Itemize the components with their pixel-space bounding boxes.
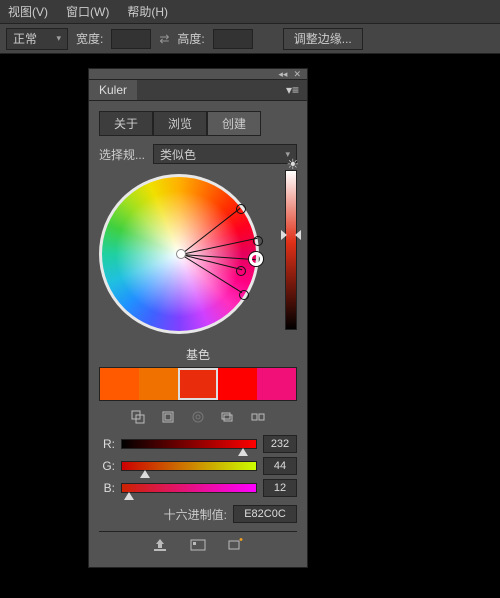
tab-browse[interactable]: 浏览 (153, 111, 207, 136)
swatch-action-row (99, 409, 297, 425)
hex-row: 十六进制值: E82C0C (99, 505, 297, 523)
upload-icon[interactable] (151, 537, 169, 553)
r-slider[interactable] (121, 439, 257, 449)
panel-body: 关于 浏览 创建 选择规... 类似色 ▾ ☀ (89, 101, 307, 567)
tab-browse-label: 浏览 (168, 117, 192, 131)
wheel-handle[interactable] (253, 236, 263, 246)
b-value[interactable]: 12 (263, 479, 297, 497)
kuler-mode-tabs: 关于 浏览 创建 (99, 111, 297, 136)
chevron-down-icon: ▾ (56, 33, 61, 44)
brightness-slider[interactable] (285, 170, 297, 330)
canvas-stage: ◂◂ ✕ Kuler ▾≡ 关于 浏览 创建 选择规... 类似色 ▾ (0, 54, 500, 598)
r-value[interactable]: 232 (263, 435, 297, 453)
wheel-handle[interactable] (236, 204, 246, 214)
tab-about-label: 关于 (114, 117, 138, 131)
swatch-0[interactable] (100, 368, 139, 400)
swatch-strip (99, 367, 297, 401)
save-swatch-icon[interactable] (189, 537, 207, 553)
swatch-action-icon-1[interactable] (130, 409, 146, 425)
slider-row-b: B: 12 (99, 479, 297, 497)
g-value[interactable]: 44 (263, 457, 297, 475)
panel-tabbar: Kuler ▾≡ (89, 79, 307, 101)
swap-dimensions-icon[interactable]: ⇄ (159, 32, 169, 46)
slider-row-r: R: 232 (99, 435, 297, 453)
wheel-handle[interactable] (236, 266, 246, 276)
panel-title-tab[interactable]: Kuler (89, 80, 137, 100)
slider-row-g: G: 44 (99, 457, 297, 475)
swatch-action-icon-2[interactable] (160, 409, 176, 425)
b-label: B: (99, 481, 115, 495)
tab-about[interactable]: 关于 (99, 111, 153, 136)
panel-collapse-icon[interactable]: ◂◂ (278, 69, 287, 80)
swatch-2[interactable] (178, 368, 217, 400)
blend-mode-select[interactable]: 正常 ▾ (6, 28, 68, 50)
rule-row: 选择规... 类似色 ▾ (99, 144, 297, 164)
menu-view[interactable]: 视图(V) (8, 3, 48, 20)
panel-title: Kuler (99, 83, 127, 97)
swatch-action-icon-3[interactable] (190, 409, 206, 425)
swatch-3[interactable] (218, 368, 257, 400)
wheel-center-dot (176, 249, 186, 259)
g-label: G: (99, 459, 115, 473)
options-toolbar: 正常 ▾ 宽度: ⇄ 高度: 调整边缘... (0, 24, 500, 54)
rule-label: 选择规... (99, 146, 145, 163)
swatch-4[interactable] (257, 368, 296, 400)
wheel-handle[interactable] (239, 290, 249, 300)
brightness-handle[interactable] (281, 230, 301, 240)
rule-select[interactable]: 类似色 ▾ (153, 144, 297, 164)
panel-footer (99, 531, 297, 557)
g-slider[interactable] (121, 461, 257, 471)
panel-close-icon[interactable]: ✕ (293, 69, 301, 80)
r-knob[interactable] (238, 448, 248, 456)
g-knob[interactable] (140, 470, 150, 478)
refine-edges-button[interactable]: 调整边缘... (283, 28, 363, 50)
b-slider[interactable] (121, 483, 257, 493)
wheel-area: ☀ (99, 170, 297, 346)
wheel-handle-base[interactable] (249, 252, 263, 266)
tab-create-label: 创建 (222, 117, 246, 131)
menu-window[interactable]: 窗口(W) (66, 3, 109, 20)
height-label: 高度: (177, 30, 204, 47)
r-label: R: (99, 437, 115, 451)
width-field[interactable] (111, 29, 151, 49)
kuler-panel: ◂◂ ✕ Kuler ▾≡ 关于 浏览 创建 选择规... 类似色 ▾ (88, 68, 308, 568)
refine-edges-label: 调整边缘... (294, 30, 352, 47)
panel-menu-icon[interactable]: ▾≡ (278, 83, 307, 97)
swatch-action-icon-4[interactable] (220, 409, 236, 425)
menu-help[interactable]: 帮助(H) (127, 3, 168, 20)
swatch-1[interactable] (139, 368, 178, 400)
hex-label: 十六进制值: (164, 506, 227, 523)
swatch-action-icon-5[interactable] (250, 409, 266, 425)
tab-create[interactable]: 创建 (207, 111, 261, 136)
panel-header-icons: ◂◂ ✕ (89, 69, 307, 79)
hex-value[interactable]: E82C0C (233, 505, 297, 523)
b-knob[interactable] (124, 492, 134, 500)
add-to-swatches-icon[interactable] (227, 537, 245, 553)
base-color-label: 基色 (99, 346, 297, 363)
rule-value: 类似色 (160, 146, 196, 163)
blend-mode-value: 正常 (13, 30, 37, 47)
height-field[interactable] (213, 29, 253, 49)
app-menubar: 视图(V) 窗口(W) 帮助(H) (0, 0, 500, 24)
width-label: 宽度: (76, 30, 103, 47)
